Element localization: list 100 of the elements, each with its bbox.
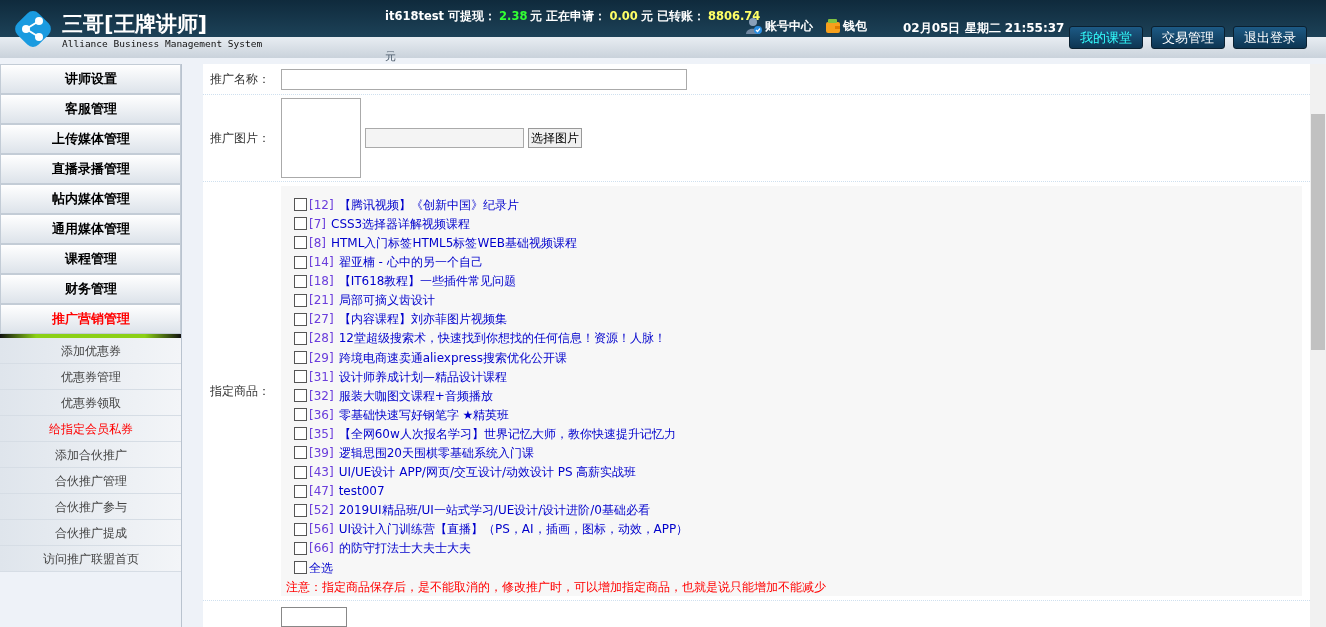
datetime-text: 02月05日 星期二 21:55:37 (903, 20, 1065, 37)
product-id: [39] (309, 445, 334, 462)
checkbox[interactable] (294, 351, 307, 364)
product-id: [31] (309, 368, 334, 386)
product-title: 12堂超级搜索术，快速找到你想找的任何信息！资源！人脉！ (338, 330, 666, 348)
product-title: 逻辑思围20天围棋零基础系统入门课 (338, 445, 534, 462)
checkbox[interactable] (294, 217, 307, 231)
sidebar-item[interactable]: 帖内媒体管理 (0, 184, 181, 214)
checkbox[interactable] (294, 312, 307, 326)
product-title: HTML入门标签HTML5标签WEB基础视频课程 (331, 234, 578, 252)
product-id: [66] (309, 540, 334, 558)
checkbox[interactable] (294, 198, 307, 212)
sidebar-item[interactable]: 讲师设置 (0, 64, 181, 94)
checkbox[interactable] (294, 465, 307, 479)
product-id: [7] (309, 215, 326, 233)
name-input[interactable] (281, 68, 687, 90)
checkbox[interactable] (294, 561, 307, 574)
sidebar-item[interactable]: 上传媒体管理 (0, 124, 181, 154)
wallet-icon (825, 18, 841, 34)
currency-text: 元 (385, 49, 396, 66)
checkbox[interactable] (294, 408, 307, 422)
sidebar-item[interactable]: 客服管理 (0, 94, 181, 124)
sidebar-subitem[interactable]: 访问推广联盟首页 (0, 546, 181, 572)
product-id: [43] (309, 464, 334, 482)
sidebar-item[interactable]: 财务管理 (0, 274, 181, 304)
site-title: 三哥[王牌讲师] (62, 11, 209, 37)
product-title: 服装大咖图文课程+音频播放 (338, 387, 493, 405)
balance-text: 0.00 (609, 8, 638, 25)
sidebar-subitem[interactable]: 添加合伙推广 (0, 442, 181, 468)
product-title: UI/UE设计 APP/网页/交互设计/动效设计 PS 高薪实战班 (338, 464, 637, 482)
nav-button[interactable]: 交易管理 (1151, 26, 1225, 49)
checkbox[interactable] (294, 503, 307, 517)
balance-text: 8806.74 (707, 8, 761, 25)
checkbox[interactable] (294, 484, 307, 498)
scrollbar[interactable] (1310, 64, 1326, 627)
product-title: 【IT618教程】一些插件常见问题 (338, 273, 517, 291)
sidebar-item[interactable]: 直播录播管理 (0, 154, 181, 184)
product-title: 2019UI精品班/UI一站式学习/UE设计/设计进阶/0基础必看 (338, 502, 650, 520)
product-title: 设计师养成计划—精品设计课程 (338, 368, 507, 386)
product-title: 的防守打法士大夫士大夫 (338, 540, 471, 558)
sidebar-item[interactable]: 课程管理 (0, 244, 181, 274)
field-label: 推广图片： (209, 130, 271, 148)
sidebar-subitem[interactable]: 合伙推广提成 (0, 520, 181, 546)
checkbox[interactable] (294, 255, 307, 269)
sidebar-subitem[interactable]: 合伙推广参与 (0, 494, 181, 520)
product-id: [32] (309, 387, 334, 405)
product-title: test007 (338, 483, 385, 501)
product-id: [56] (309, 521, 334, 539)
product-id: [36] (309, 406, 334, 424)
sidebar-item[interactable]: 推广营销管理 (0, 304, 181, 334)
product-title: CSS3选择器详解视频课程 (331, 215, 471, 233)
product-title: 【全网60w人次报名学习】世界记忆大师，教你快速提升记忆力 (338, 425, 676, 443)
checkbox[interactable] (294, 274, 307, 288)
product-id: [21] (309, 292, 334, 310)
nav-button[interactable]: 我的课堂 (1069, 26, 1143, 49)
site-subtitle: Alliance Business Management System (62, 37, 263, 51)
sidebar-subitem[interactable]: 优惠券管理 (0, 364, 181, 390)
product-title: 翟亚楠 - 心中的另一个自己 (338, 254, 483, 272)
product-title: 【腾讯视频】《创新中国》纪录片 (338, 196, 519, 214)
checkbox[interactable] (294, 236, 307, 250)
checkbox[interactable] (294, 331, 307, 345)
header-link[interactable]: 钱包 (825, 17, 867, 35)
sidebar-subitem[interactable]: 合伙推广管理 (0, 468, 181, 494)
product-id: [14] (309, 254, 334, 272)
checkbox[interactable] (294, 370, 307, 384)
field-label: 推广名称： (209, 71, 271, 89)
product-id: [27] (309, 311, 334, 329)
sidebar-item[interactable]: 通用媒体管理 (0, 214, 181, 244)
product-id: [28] (309, 330, 334, 348)
balance-text: 2.38 (499, 8, 528, 25)
product-title: 跨境电商速卖通aliexpress搜索优化公开课 (338, 349, 568, 367)
nav-button[interactable]: 退出登录 (1233, 26, 1307, 49)
field-label: 指定商品： (209, 383, 271, 401)
product-title: 【内容课程】刘亦菲图片视频集 (338, 311, 507, 329)
product-id: [52] (309, 502, 334, 520)
checkbox[interactable] (294, 446, 307, 460)
product-id: [29] (309, 349, 334, 367)
checkbox[interactable] (294, 389, 307, 403)
product-id: [8] (309, 234, 326, 252)
balance-text: 元 已转账： (640, 8, 705, 25)
balance-text: 元 正在申请： (530, 8, 607, 25)
product-id: [35] (309, 425, 334, 443)
image-path-input[interactable] (365, 128, 524, 149)
product-id: [47] (309, 483, 334, 501)
sidebar-subitem[interactable]: 优惠券领取 (0, 390, 181, 416)
product-id: [12] (309, 196, 334, 214)
choose-image-button[interactable]: 选择图片 (528, 128, 582, 149)
checkbox[interactable] (294, 427, 307, 441)
sidebar-subitem[interactable]: 添加优惠券 (0, 338, 181, 364)
balance-text: it618test 可提现： (385, 8, 497, 25)
checkbox[interactable] (294, 541, 307, 555)
select-all-label: 全选 (309, 559, 333, 577)
product-title: 局部可摘义齿设计 (338, 292, 435, 310)
checkbox[interactable] (294, 522, 307, 536)
product-id: [18] (309, 273, 334, 291)
product-title: 零基础快速写好钢笔字 ★精英班 (338, 406, 510, 424)
product-title: UI设计入门训练营【直播】（PS，AI，插画，图标，动效，APP） (338, 521, 689, 539)
checkbox[interactable] (294, 293, 307, 307)
warning-note: 注意：指定商品保存后，是不能取消的，修改推广时，可以增加指定商品，也就是说只能增加不能减少 (286, 579, 826, 596)
text-input[interactable] (281, 607, 347, 627)
